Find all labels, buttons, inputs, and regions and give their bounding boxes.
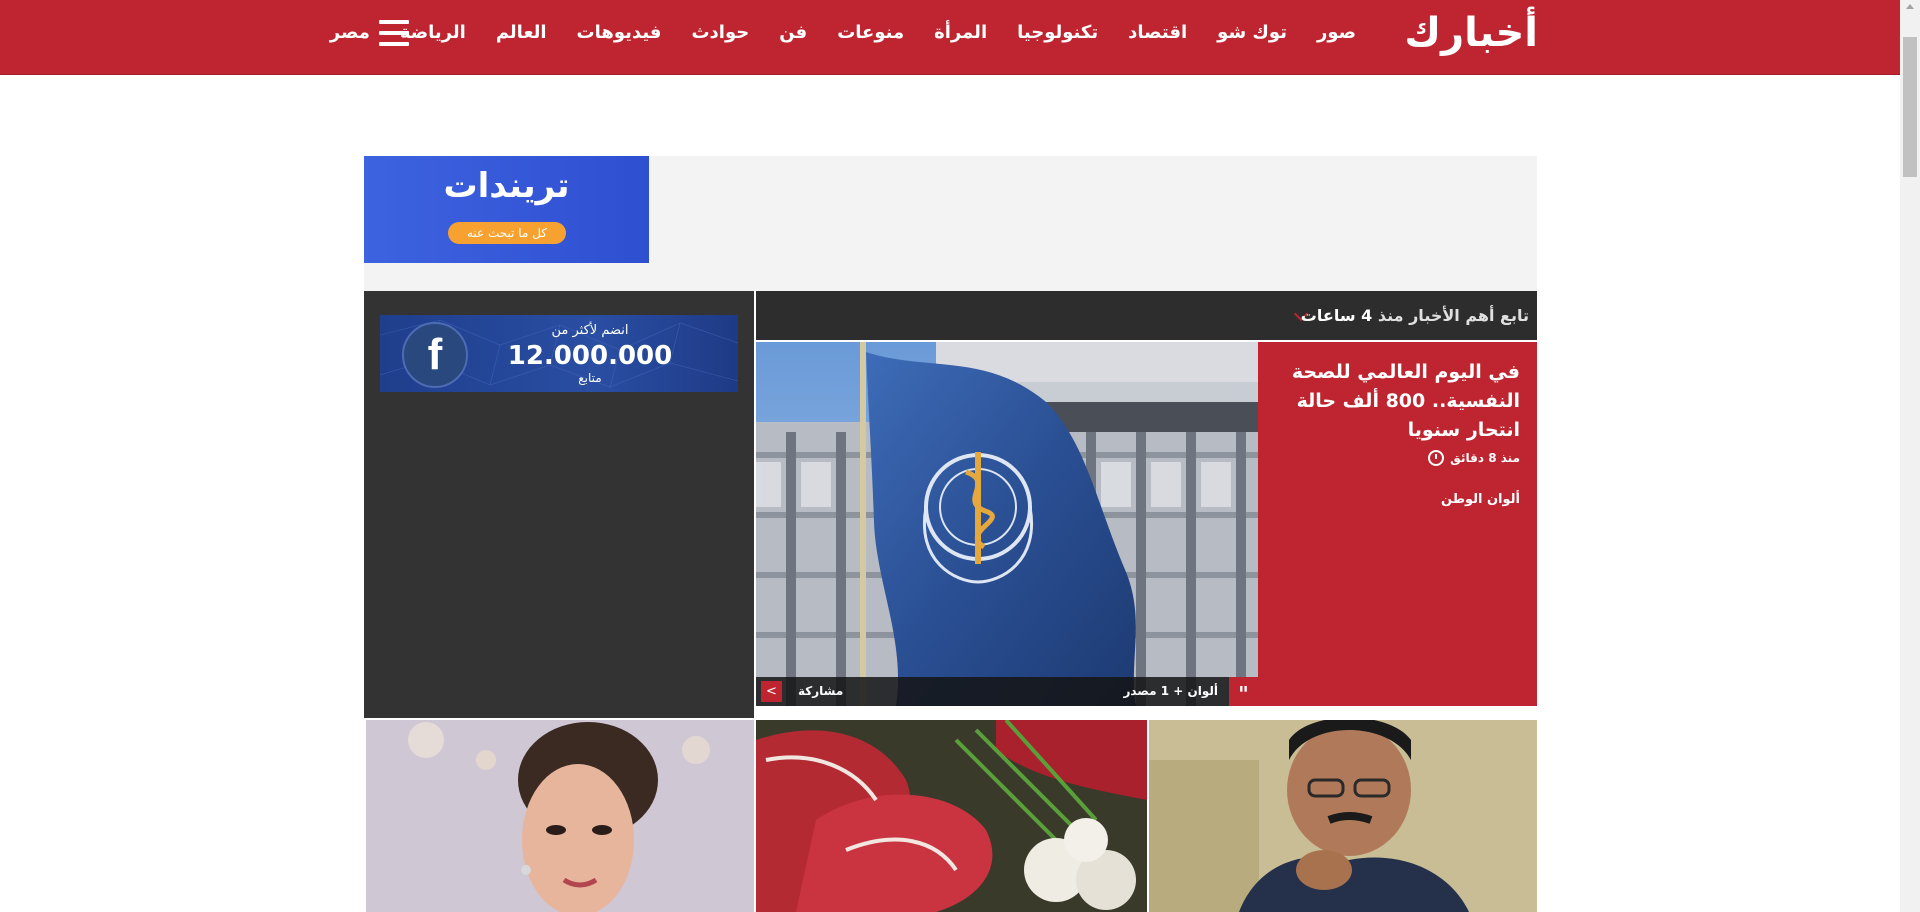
hero-headline[interactable]: في اليوم العالمي للصحة النفسية.. 800 ألف… — [1275, 358, 1520, 445]
hero-source[interactable]: ألوان الوطن — [1441, 492, 1520, 507]
meat-photo — [756, 720, 1147, 912]
facebook-join-text: انضم لأكثر من — [551, 323, 629, 338]
trends-ad-banner[interactable]: تريندات كل ما تبحث عنه — [364, 156, 649, 263]
top-navigation-bar: أخبارك مصر الرياضة العالم فيديوهات حوادث… — [0, 0, 1900, 75]
official-photo — [1149, 720, 1537, 912]
main-nav: مصر الرياضة العالم فيديوهات حوادث فن منو… — [330, 0, 1356, 64]
nav-item-accidents[interactable]: حوادث — [691, 22, 749, 43]
facebook-follow-banner[interactable]: f انضم لأكثر من 12.000.000 متابع — [380, 315, 738, 392]
hero-headline-panel: في اليوم العالمي للصحة النفسية.. 800 ألف… — [1258, 342, 1537, 706]
quote-icon: " — [1229, 677, 1258, 706]
nav-item-technology[interactable]: تكنولوجيا — [1017, 22, 1098, 43]
nav-item-world[interactable]: العالم — [496, 22, 547, 43]
sources-count-link[interactable]: ألوان + 1 مصدر — [1123, 677, 1218, 706]
hero-timestamp: منذ 8 دقائق — [1428, 450, 1520, 466]
nav-item-egypt[interactable]: مصر — [330, 22, 370, 43]
nav-item-talkshow[interactable]: توك شو — [1217, 22, 1287, 43]
page-scrollbar[interactable] — [1900, 0, 1920, 912]
nav-item-photos[interactable]: صور — [1317, 22, 1356, 43]
ticker-time-filter[interactable]: 4 ساعات — [1301, 306, 1372, 325]
clock-icon — [1428, 450, 1445, 466]
site-logo[interactable]: أخبارك — [1404, 8, 1539, 58]
nav-item-economy[interactable]: اقتصاد — [1128, 22, 1187, 43]
thumbnail-official[interactable] — [1149, 720, 1537, 912]
thumbnail-meat[interactable] — [756, 720, 1147, 912]
scroll-up-arrow-icon[interactable] — [1906, 4, 1914, 9]
hero-action-bar: < مشاركة ألوان + 1 مصدر — [756, 677, 1258, 706]
actress-photo — [366, 720, 754, 912]
quote-icon-glyph: " — [1229, 677, 1258, 706]
nav-item-misc[interactable]: منوعات — [837, 22, 904, 43]
share-icon[interactable]: < — [761, 681, 782, 702]
ticker-text[interactable]: تابع أهم الأخبار منذ 4 ساعات — [1301, 291, 1529, 340]
ticker-prefix: تابع أهم الأخبار منذ — [1377, 306, 1529, 325]
share-button[interactable]: مشاركة — [798, 677, 843, 706]
hamburger-icon[interactable] — [379, 20, 409, 46]
nav-item-art[interactable]: فن — [779, 22, 807, 43]
nav-item-women[interactable]: المرأة — [934, 22, 987, 43]
facebook-icon: f — [402, 322, 468, 388]
trends-ad-tagline: كل ما تبحث عنه — [448, 222, 566, 244]
nav-item-sports[interactable]: الرياضة — [400, 22, 466, 43]
facebook-follower-label: متابع — [578, 371, 602, 385]
nav-item-videos[interactable]: فيديوهات — [577, 22, 662, 43]
facebook-follower-count: 12.000.000 — [507, 341, 673, 371]
hero-image-who-flag[interactable] — [756, 342, 1258, 706]
who-flag-photo — [756, 342, 1258, 706]
timestamp-text: منذ 8 دقائق — [1450, 451, 1520, 465]
thumbnail-actress[interactable] — [366, 720, 754, 912]
news-ticker: تابع أهم الأخبار منذ 4 ساعات — [756, 291, 1537, 340]
scrollbar-thumb[interactable] — [1903, 37, 1917, 177]
trends-ad-title: تريندات — [443, 166, 570, 206]
